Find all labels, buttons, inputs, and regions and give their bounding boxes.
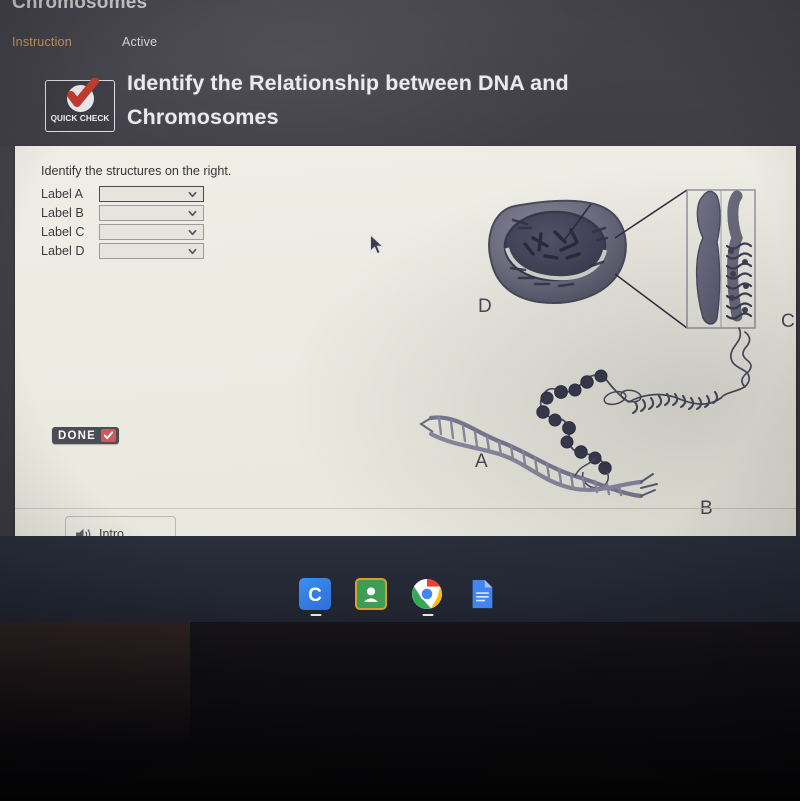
quick-check-badge: QUICK CHECK — [45, 78, 115, 132]
chromeos-shelf: C — [0, 536, 800, 622]
shelf-item-google-docs[interactable] — [467, 578, 501, 616]
chevron-down-icon — [188, 191, 197, 198]
shelf-active-dot — [422, 614, 434, 616]
check-circle — [66, 78, 99, 112]
shelf-item-google-classroom[interactable] — [355, 578, 389, 616]
laptop-screen: Chromosomes Instruction Active QUICK CHE… — [0, 0, 800, 622]
chevron-down-icon — [188, 229, 197, 236]
diagram-illustration — [419, 189, 756, 499]
label-d-text: Label D — [41, 244, 85, 258]
diagram-label-c: C — [781, 311, 795, 332]
label-a-text: Label A — [41, 187, 84, 201]
checkmark-icon — [101, 429, 117, 442]
canvas-icon: C — [299, 578, 331, 610]
shelf-item-canvas[interactable]: C — [299, 578, 333, 616]
question-prompt: Identify the structures on the right. — [41, 164, 232, 178]
chevron-down-icon — [188, 248, 197, 255]
chevron-down-icon — [188, 210, 197, 217]
label-a-select[interactable] — [99, 186, 204, 202]
shelf-active-dot — [310, 614, 322, 616]
mouse-pointer-icon — [370, 234, 384, 255]
diagram-label-b: B — [700, 498, 713, 519]
device-bezel — [0, 622, 800, 801]
dna-chromosome-diagram: D C A B — [415, 146, 796, 519]
nucleosome-beads — [536, 369, 642, 475]
diagram-label-a: A — [475, 451, 488, 472]
photo-of-laptop-screen: Chromosomes Instruction Active QUICK CHE… — [0, 0, 800, 801]
shelf-item-google-chrome[interactable] — [411, 578, 445, 616]
breadcrumb: Chromosomes — [12, 0, 148, 13]
label-b-text: Label B — [41, 206, 84, 220]
zoom-line-top — [614, 189, 688, 239]
red-checkmark-icon — [66, 78, 99, 107]
label-d-select[interactable] — [99, 243, 204, 259]
label-b-select[interactable] — [99, 205, 204, 221]
chromosome-illustration — [686, 189, 756, 329]
card-divider — [15, 508, 796, 509]
quick-check-label: QUICK CHECK — [50, 114, 110, 123]
svg-text:C: C — [308, 585, 322, 606]
label-c-text: Label C — [41, 225, 85, 239]
page-title: Identify the Relationship between DNA an… — [127, 71, 569, 129]
label-c-select[interactable] — [99, 224, 204, 240]
google-docs-icon — [467, 578, 499, 610]
status-active: Active — [122, 35, 158, 49]
zoom-line-bottom — [614, 273, 688, 329]
done-button-label: DONE — [58, 429, 97, 442]
google-classroom-icon — [355, 578, 387, 610]
diagram-label-d: D — [478, 296, 492, 317]
status-instruction[interactable]: Instruction — [12, 35, 72, 49]
google-chrome-icon — [411, 578, 443, 610]
dna-double-helix — [419, 415, 658, 499]
cell-illustration — [488, 199, 627, 304]
activity-card: Identify the structures on the right. La… — [15, 146, 796, 552]
done-button[interactable]: DONE — [52, 427, 120, 444]
app-header: Chromosomes Instruction Active QUICK CHE… — [0, 0, 800, 146]
